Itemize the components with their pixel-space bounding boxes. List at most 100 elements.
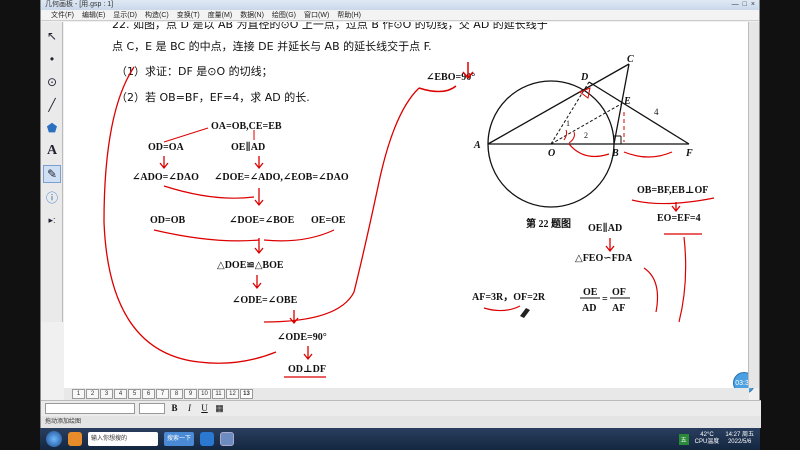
page-tab[interactable]: 6 (142, 389, 155, 399)
link-curve (153, 229, 260, 242)
arrow-icon (254, 156, 264, 170)
ime-indicator[interactable]: 五 (678, 433, 689, 445)
eo-ef-link (678, 236, 687, 323)
page-tab[interactable]: 4 (114, 389, 127, 399)
label-angle-1: 1 (566, 119, 570, 128)
menu-window[interactable]: 窗口(W) (304, 10, 329, 20)
straightedge-tool-icon[interactable]: ╱ (43, 96, 61, 114)
toolbox: ↖ • ⊙ ╱ ⬟ A ✎ ⓘ ▸: (41, 22, 63, 322)
arrow-select-tool-icon[interactable]: ↖ (43, 27, 61, 45)
bold-button[interactable]: B (169, 403, 180, 414)
underline-button[interactable]: U (199, 403, 210, 414)
fraction-af: AF (612, 303, 625, 314)
page-tab[interactable]: 7 (156, 389, 169, 399)
note-oe-oe: OE=OE (311, 215, 346, 226)
ie-browser-icon[interactable] (200, 432, 215, 446)
point-tool-icon[interactable]: • (43, 50, 61, 68)
arrow-icon (303, 346, 313, 361)
problem-line-2: 点 C，E 是 BC 的中点，连接 DE 并延长与 AB 的延长线交于点 F. (112, 39, 432, 53)
note-doe-ado-eob-dao: ∠DOE=∠ADO,∠EOB=∠DAO (214, 172, 349, 183)
menu-measure[interactable]: 度量(M) (208, 10, 233, 20)
label-angle-2: 2 (584, 131, 588, 140)
page-tab[interactable]: 3 (100, 389, 113, 399)
menu-help[interactable]: 帮助(H) (337, 10, 361, 20)
system-tray: 五 42°C CPU温度 14:27 周五 2022/5/6 (678, 432, 760, 446)
page-tab[interactable]: 11 (212, 389, 225, 399)
italic-button[interactable]: I (184, 403, 195, 414)
red-arc-ob (568, 143, 610, 157)
close-icon[interactable]: × (751, 0, 755, 10)
note-oe-par-ad: OE∥AD (231, 141, 265, 153)
menu-graph[interactable]: 绘图(G) (272, 10, 296, 20)
page-tab[interactable]: 8 (170, 389, 183, 399)
canvas-drawing: 22. 如图，点 D 是以 AB 为直径的⊙O 上一点，过点 B 作⊙O 的切线… (103, 22, 715, 378)
screen: 几何画板 - [用.gsp : 1] — □ × 文件(F) 编辑(E) 显示(… (0, 0, 800, 450)
color-swatch-icon[interactable]: ▦ (214, 403, 225, 414)
menu-transform[interactable]: 变换(T) (177, 10, 200, 20)
similar-link (643, 267, 659, 313)
text-tool-icon[interactable]: A (43, 142, 61, 160)
figure-caption: 第 22 题图 (526, 217, 571, 230)
note-ado-dao: ∠ADO=∠DAO (132, 172, 199, 183)
link-line (163, 127, 209, 143)
label-o: O (548, 148, 555, 159)
ebo-underline (418, 85, 457, 93)
font-size-select[interactable] (139, 403, 165, 414)
menu-edit[interactable]: 编辑(E) (82, 10, 105, 20)
label-d: D (580, 72, 588, 83)
label-b: B (611, 148, 619, 159)
page-tab-active[interactable]: 13 (240, 389, 253, 399)
custom-tool-icon[interactable]: ▸: (43, 211, 61, 229)
status-bar: 拖动添加绘图 (41, 416, 761, 428)
note-eo-ef-4: EO=EF=4 (657, 213, 701, 224)
minimize-icon[interactable]: — (732, 0, 739, 10)
sketch-canvas[interactable]: 22. 如图，点 D 是以 AB 为直径的⊙O 上一点，过点 B 作⊙O 的切线… (64, 22, 749, 388)
question-2: （2）若 OB=BF，EF=4，求 AD 的长. (116, 90, 310, 104)
link-curve (163, 185, 255, 199)
maximize-icon[interactable]: □ (743, 0, 747, 10)
page-tab[interactable]: 10 (198, 389, 211, 399)
label-a: A (473, 140, 481, 151)
page-tab[interactable]: 2 (86, 389, 99, 399)
pen-cursor-icon (520, 308, 530, 318)
search-input[interactable]: 输入你想搜的 (88, 432, 158, 446)
polygon-tool-icon[interactable]: ⬟ (43, 119, 61, 137)
cpu-temp-label: CPU温度 (694, 439, 720, 445)
clock-time: 14:27 周五 (725, 432, 754, 438)
ebo-link-curve (263, 87, 420, 323)
menu-construct[interactable]: 构造(C) (145, 10, 169, 20)
font-family-select[interactable] (45, 403, 135, 414)
note-triangle-congruent: △DOE≌△BOE (217, 260, 284, 271)
page-tab[interactable]: 5 (128, 389, 141, 399)
note-ode-obe: ∠ODE=∠OBE (232, 295, 298, 306)
question-1: （1）求证：DF 是⊙O 的切线； (116, 64, 273, 78)
link-curve (263, 229, 335, 242)
sketchpad-window: 几何画板 - [用.gsp : 1] — □ × 文件(F) 编辑(E) 显示(… (40, 0, 761, 428)
note-ob-bf-eb-perp-of: OB=BF,EB⊥OF (637, 185, 708, 196)
sketchpad-taskbar-icon[interactable] (220, 432, 235, 446)
vertical-scrollbar[interactable] (748, 22, 759, 388)
label-c: C (627, 54, 634, 65)
window-title: 几何画板 - [用.gsp : 1] (45, 1, 114, 8)
note-od-perp-df: OD⊥DF (288, 364, 326, 375)
note-af-of: AF=3R，OF=2R (472, 292, 546, 303)
compass-tool-icon[interactable]: ⊙ (43, 73, 61, 91)
start-button[interactable] (46, 431, 62, 447)
menu-display[interactable]: 显示(D) (113, 10, 137, 20)
page-tab[interactable]: 1 (72, 389, 85, 399)
information-tool-icon[interactable]: ⓘ (43, 188, 61, 206)
fraction-equals: = (602, 294, 608, 305)
fraction-of: OF (612, 287, 626, 298)
app-icon[interactable] (68, 432, 82, 446)
note-ode-90: ∠ODE=90° (277, 332, 327, 343)
page-tab[interactable]: 12 (226, 389, 239, 399)
menu-file[interactable]: 文件(F) (51, 10, 74, 20)
clock[interactable]: 14:27 周五 2022/5/6 (725, 432, 754, 446)
line-ac (487, 63, 630, 145)
menu-bar: 文件(F) 编辑(E) 显示(D) 构造(C) 变换(T) 度量(M) 数据(N… (41, 10, 759, 21)
taskbar: 输入你想搜的 搜索一下 五 42°C CPU温度 14:27 周五 2022/5… (40, 428, 760, 450)
marker-tool-icon[interactable]: ✎ (43, 165, 61, 183)
page-tab[interactable]: 9 (184, 389, 197, 399)
menu-number[interactable]: 数据(N) (240, 10, 264, 20)
search-button[interactable]: 搜索一下 (164, 432, 195, 446)
